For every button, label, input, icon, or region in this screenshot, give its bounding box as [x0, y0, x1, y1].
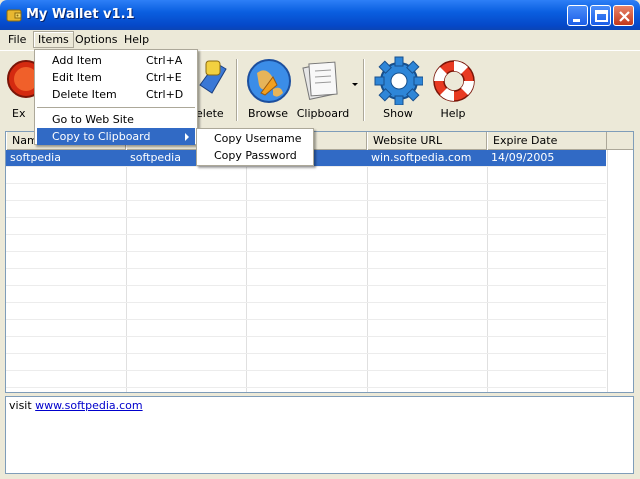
show-button[interactable]: Show [370, 55, 426, 125]
minimize-button[interactable] [567, 5, 588, 26]
grid-line [6, 183, 606, 184]
menu-bar: File Items Options Help [0, 30, 640, 49]
grid-line [6, 387, 606, 388]
notes-link[interactable]: www.softpedia.com [35, 399, 142, 412]
menu-item-label: Copy to Clipboard [52, 130, 151, 143]
wallet-app-icon [6, 9, 22, 22]
cell-website-url: win.softpedia.com [371, 151, 472, 164]
window-title: My Wallet v1.1 [26, 7, 135, 22]
menu-item-shortcut: Ctrl+E [146, 71, 182, 84]
gear-icon [374, 56, 423, 105]
column-header-website-url[interactable]: Website URL [367, 132, 487, 150]
menu-item-delete-item[interactable]: Delete Item Ctrl+D [37, 86, 195, 103]
maximize-icon [595, 10, 608, 22]
menu-item-edit-item[interactable]: Edit Item Ctrl+E [37, 69, 195, 86]
grid-line [6, 166, 606, 167]
grid-line [6, 285, 606, 286]
menu-item-label: Delete Item [52, 88, 117, 101]
menu-options[interactable]: Options [71, 31, 121, 48]
maximize-button[interactable] [590, 5, 611, 26]
cell-expire-date: 14/09/2005 [491, 151, 555, 164]
menu-items[interactable]: Items [33, 31, 74, 48]
show-label: Show [383, 107, 413, 120]
menu-item-copy-password[interactable]: Copy Password [199, 147, 311, 164]
menu-help[interactable]: Help [120, 31, 153, 48]
minimize-icon [573, 19, 580, 22]
clipboard-icon [302, 61, 338, 100]
menu-separator [37, 107, 195, 108]
browse-button[interactable]: Browse [240, 55, 296, 125]
clipboard-submenu: Copy Username Copy Password [196, 128, 314, 166]
grid-line [6, 302, 606, 303]
grid-line [6, 370, 606, 371]
menu-item-label: Add Item [52, 54, 102, 67]
menu-item-add-item[interactable]: Add Item Ctrl+A [37, 52, 195, 69]
grid-line [6, 336, 606, 337]
notes-prefix: visit [9, 399, 36, 412]
grid-line [6, 319, 606, 320]
lifebuoy-icon [433, 60, 475, 102]
grid-line [6, 251, 606, 252]
title-bar[interactable]: My Wallet v1.1 [0, 0, 640, 30]
menu-item-go-to-web-site[interactable]: Go to Web Site [37, 111, 195, 128]
menu-item-copy-to-clipboard[interactable]: Copy to Clipboard [37, 128, 195, 145]
grid-line [6, 268, 606, 269]
help-button[interactable]: Help [425, 55, 481, 125]
clipboard-label: Clipboard [296, 107, 350, 120]
clipboard-dropdown-arrow-icon[interactable] [352, 83, 358, 87]
grid-line [246, 150, 247, 392]
grid-line [6, 353, 606, 354]
notes-panel[interactable]: visit www.softpedia.com [5, 396, 634, 474]
cell-name: softpedia [10, 151, 61, 164]
menu-item-label: Edit Item [52, 71, 102, 84]
toolbar-separator [236, 59, 238, 121]
grid-line [6, 200, 606, 201]
grid-line [126, 150, 127, 392]
close-icon [619, 11, 630, 22]
help-label: Help [440, 107, 466, 120]
grid-line [6, 217, 606, 218]
menu-item-label: Go to Web Site [52, 113, 134, 126]
browse-label: Browse [247, 107, 289, 120]
toolbar-separator [363, 59, 365, 121]
submenu-arrow-icon [185, 133, 189, 141]
delete-label: elete [196, 107, 224, 120]
grid-line [607, 150, 608, 392]
grid-line [487, 150, 488, 392]
clipboard-button[interactable]: Clipboard [294, 55, 354, 125]
menu-item-copy-username[interactable]: Copy Username [199, 130, 311, 147]
items-menu: Add Item Ctrl+A Edit Item Ctrl+E Delete … [34, 49, 198, 145]
grid-line [6, 234, 606, 235]
items-grid[interactable]: Nam Website URL Expire Date softpedia so… [5, 131, 634, 393]
menu-item-shortcut: Ctrl+D [146, 88, 184, 101]
menu-item-shortcut: Ctrl+A [146, 54, 183, 67]
grid-body: softpedia softpedia win.softpedia.com 14… [6, 150, 633, 392]
grid-line [367, 150, 368, 392]
menu-file[interactable]: File [4, 31, 30, 48]
browse-globe-icon [247, 59, 291, 103]
column-header-expire-date[interactable]: Expire Date [487, 132, 607, 150]
close-button[interactable] [613, 5, 634, 26]
